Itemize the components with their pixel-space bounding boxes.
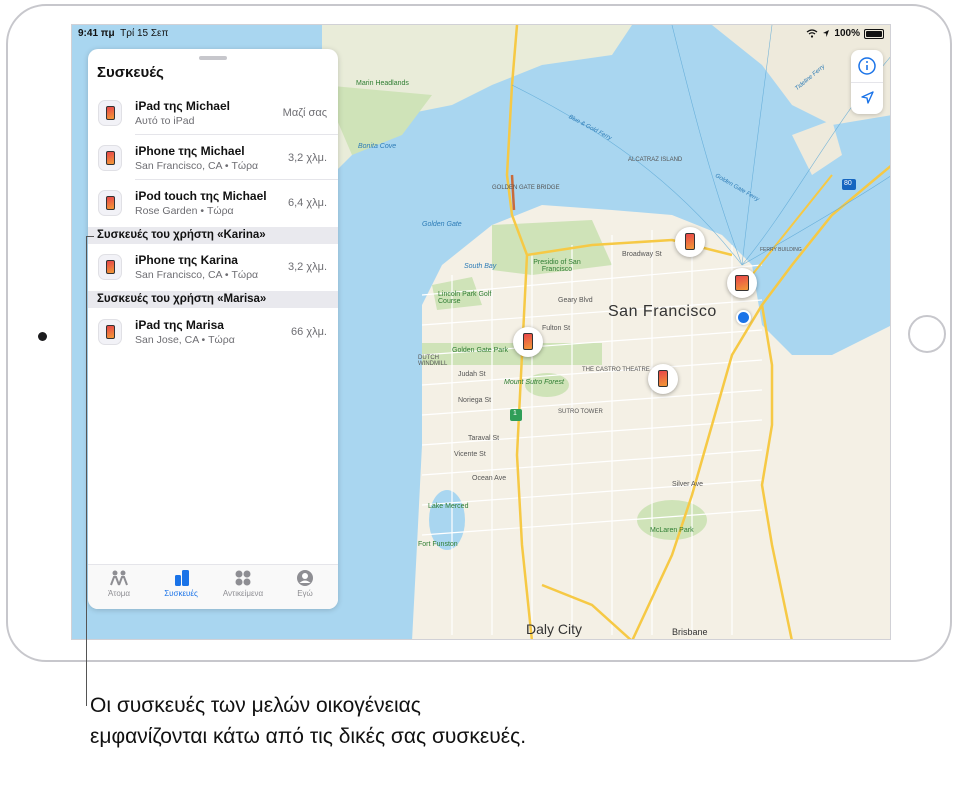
callout-line xyxy=(86,236,87,706)
map-label-mclaren-park: McLaren Park xyxy=(650,527,694,534)
device-name: iPod touch της Michael xyxy=(135,189,267,203)
device-name: iPad της Michael xyxy=(135,99,230,113)
panel-title: Συσκευές xyxy=(97,64,164,81)
map-label-san-francisco: San Francisco xyxy=(608,303,717,320)
device-row[interactable]: iPod touch της Michael Rose Garden • Τώρ… xyxy=(88,181,338,225)
map-label-geary: Geary Blvd xyxy=(558,297,593,304)
map-label-dutch-windmill: DUTCH WINDMILL xyxy=(418,355,448,367)
map-label-noriega: Noriega St xyxy=(458,397,492,404)
map-label-hwy-80: 80 xyxy=(844,180,852,187)
map-marker-iphone-karina[interactable] xyxy=(513,327,543,357)
device-name: iPhone της Karina xyxy=(135,253,238,267)
info-icon xyxy=(858,57,876,75)
current-location-dot xyxy=(736,310,751,325)
map-marker-ipod[interactable] xyxy=(648,364,678,394)
front-camera xyxy=(38,332,47,341)
device-subtitle: Rose Garden • Τώρα xyxy=(135,205,234,217)
location-services-icon xyxy=(823,30,830,37)
tab-me[interactable]: Εγώ xyxy=(274,569,336,598)
map-label-fort-funston: Fort Funston xyxy=(418,541,458,548)
status-bar: 9:41 πμ Τρί 15 Σεπ 100% xyxy=(72,25,890,43)
device-name: iPad της Marisa xyxy=(135,318,224,332)
map-label-taraval: Taraval St xyxy=(468,435,500,442)
map-label-vicente: Vicente St xyxy=(454,451,486,458)
map-label-ferry-building: FERRY BUILDING xyxy=(760,247,802,253)
map-controls xyxy=(851,50,883,114)
people-icon xyxy=(110,570,128,586)
device-row[interactable]: iPad της Michael Αυτό το iPad Μαζί σας xyxy=(88,91,338,135)
devices-panel: Συσκευές iPad της Michael Αυτό το iPad Μ… xyxy=(88,49,338,609)
status-time: 9:41 πμ Τρί 15 Σεπ xyxy=(78,28,169,39)
map-label-marin-headlands: Marin Headlands xyxy=(356,80,409,87)
device-distance: Μαζί σας xyxy=(282,107,327,119)
ipad-icon xyxy=(98,100,122,126)
map-label-presidio: Presidio of San Francisco xyxy=(533,259,581,273)
device-distance: 3,2 χλμ. xyxy=(287,261,327,273)
map-label-south-bay: South Bay xyxy=(464,263,497,270)
callout-text: Οι συσκευές των μελών οικογένειας εμφανί… xyxy=(90,694,527,748)
map-label-alcatraz: ALCATRAZ ISLAND xyxy=(628,157,683,163)
map-label-broadway: Broadway St xyxy=(622,251,662,258)
section-header-karina: Συσκευές του χρήστη «Karina» xyxy=(88,227,338,244)
home-button[interactable] xyxy=(908,315,946,353)
device-subtitle: Αυτό το iPad xyxy=(135,115,195,127)
map-label-silver: Silver Ave xyxy=(672,481,703,488)
map-label-lincoln-park: Lincoln Park Golf Course xyxy=(438,291,492,305)
tab-items[interactable]: Αντικείμενα xyxy=(212,569,274,598)
map-label-golden-gate-park: Golden Gate Park xyxy=(452,347,509,354)
device-subtitle: San Francisco, CA • Τώρα xyxy=(135,160,259,172)
map-marker-ipad[interactable] xyxy=(727,268,757,298)
map-label-ocean-ave: Ocean Ave xyxy=(472,475,507,482)
ipad-frame: Marin Headlands Bonita Cove Golden Gate … xyxy=(6,4,952,662)
map-label-castro-theatre: THE CASTRO THEATRE xyxy=(582,367,650,373)
device-row[interactable]: iPhone της Karina San Francisco, CA • Τώ… xyxy=(88,245,338,289)
tab-devices[interactable]: Συσκευές xyxy=(150,569,212,598)
location-arrow-icon xyxy=(861,91,874,104)
iphone-icon xyxy=(98,145,122,171)
map-label-hwy-1: 1 xyxy=(513,410,517,417)
me-icon xyxy=(297,570,313,586)
callout-tick xyxy=(86,236,94,237)
map-marker-iphone[interactable] xyxy=(675,227,705,257)
devices-icon xyxy=(175,570,189,586)
map-label-bonita-cove: Bonita Cove xyxy=(358,143,397,150)
wifi-icon xyxy=(807,29,818,38)
map-label-fulton: Fulton St xyxy=(542,325,571,332)
ipod-icon xyxy=(98,190,122,216)
device-subtitle: San Jose, CA • Τώρα xyxy=(135,334,235,346)
device-row[interactable]: iPad της Marisa San Jose, CA • Τώρα 66 χ… xyxy=(88,310,338,354)
device-distance: 66 χλμ. xyxy=(291,326,327,338)
map-label-mount-sutro: Mount Sutro Forest xyxy=(504,379,564,386)
device-distance: 3,2 χλμ. xyxy=(287,152,327,164)
device-row[interactable]: iPhone της Michael San Francisco, CA • Τ… xyxy=(88,136,338,180)
map-label-golden-gate: Golden Gate xyxy=(422,221,462,228)
map-label-sutro-tower: SUTRO TOWER xyxy=(558,409,603,415)
section-header-marisa: Συσκευές του χρήστη «Marisa» xyxy=(88,291,338,308)
iphone-icon xyxy=(98,254,122,280)
screen: Marin Headlands Bonita Cove Golden Gate … xyxy=(71,24,891,640)
status-right: 100% xyxy=(806,28,884,39)
device-name: iPhone της Michael xyxy=(135,144,245,158)
map-label-brisbane: Brisbane xyxy=(672,627,708,637)
ipad-icon xyxy=(98,319,122,345)
map-label-lake-merced: Lake Merced xyxy=(428,503,469,510)
device-subtitle: San Francisco, CA • Τώρα xyxy=(135,269,259,281)
location-button[interactable] xyxy=(851,82,883,114)
map-label-golden-gate-bridge: GOLDEN GATE BRIDGE xyxy=(492,185,560,191)
battery-icon xyxy=(864,28,884,39)
info-button[interactable] xyxy=(851,50,883,82)
battery-percent: 100% xyxy=(834,28,860,39)
map-label-judah: Judah St xyxy=(458,371,486,378)
map-label-daly-city: Daly City xyxy=(526,621,583,637)
panel-grabber[interactable] xyxy=(199,56,227,60)
tab-people[interactable]: Άτομα xyxy=(88,569,150,598)
items-icon xyxy=(235,570,251,586)
device-distance: 6,4 χλμ. xyxy=(287,197,327,209)
tab-bar: Άτομα Συσκευές Αντικείμενα Εγώ xyxy=(88,564,338,609)
